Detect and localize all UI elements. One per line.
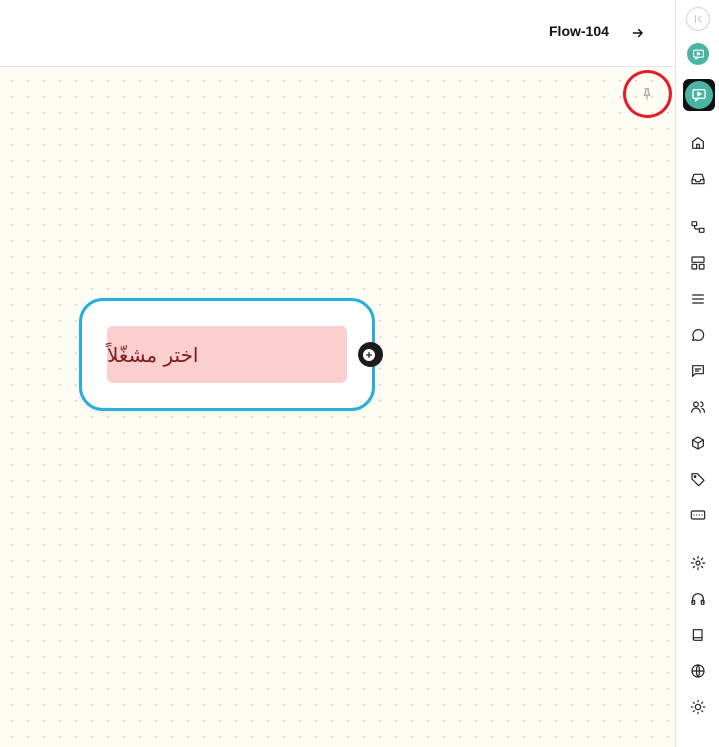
settings-icon bbox=[690, 555, 706, 571]
package-icon bbox=[692, 436, 704, 450]
sun-icon bbox=[690, 699, 706, 715]
sidebar-item-users[interactable] bbox=[676, 396, 719, 418]
arrow-right-icon bbox=[632, 28, 643, 38]
sidebar-item-messages[interactable] bbox=[676, 360, 719, 382]
headphones-icon bbox=[691, 593, 705, 605]
keyboard-icon bbox=[690, 510, 706, 520]
sidebar-item-theme[interactable] bbox=[676, 696, 719, 718]
sidebar-item-support[interactable] bbox=[676, 588, 719, 610]
users-icon bbox=[691, 401, 705, 413]
pin-button[interactable] bbox=[637, 84, 657, 104]
chat-app-icon bbox=[692, 49, 704, 60]
sidebar-item-home[interactable] bbox=[676, 132, 719, 154]
tag-icon bbox=[691, 473, 705, 487]
collapse-left-icon bbox=[695, 15, 702, 23]
flow-title: Flow-104 bbox=[549, 23, 609, 39]
node-output-handle[interactable] bbox=[358, 342, 383, 367]
active-app-button[interactable] bbox=[683, 79, 715, 111]
sidebar-item-list[interactable] bbox=[676, 288, 719, 310]
sidebar-item-chat[interactable] bbox=[676, 324, 719, 346]
arrow-right-button[interactable] bbox=[628, 23, 648, 43]
sidebar-item-settings[interactable] bbox=[676, 552, 719, 574]
sidebar-item-docs[interactable] bbox=[676, 624, 719, 646]
chat-app-icon bbox=[692, 89, 706, 102]
layout-icon bbox=[691, 256, 705, 270]
inbox-icon bbox=[691, 173, 705, 185]
pin-icon bbox=[643, 88, 651, 100]
plus-circle-icon bbox=[362, 348, 375, 361]
node-label[interactable]: اختر مشغّلاً bbox=[107, 326, 347, 383]
flows-icon bbox=[691, 221, 705, 233]
collapse-sidebar-button[interactable] bbox=[686, 7, 710, 31]
sidebar-item-language[interactable] bbox=[676, 660, 719, 682]
right-sidebar bbox=[675, 0, 719, 747]
app-switcher-small[interactable] bbox=[687, 43, 709, 65]
top-bar: Flow-104 bbox=[0, 0, 675, 67]
book-icon bbox=[692, 629, 703, 641]
message-square-icon bbox=[692, 365, 704, 377]
sidebar-item-packages[interactable] bbox=[676, 432, 719, 454]
trigger-node[interactable]: اختر مشغّلاً bbox=[79, 298, 375, 411]
sidebar-item-layout[interactable] bbox=[676, 252, 719, 274]
sidebar-item-inbox[interactable] bbox=[676, 168, 719, 190]
chat-bubble-icon bbox=[692, 329, 705, 341]
sidebar-item-keyboard[interactable] bbox=[676, 504, 719, 526]
home-icon bbox=[692, 137, 704, 149]
globe-icon bbox=[691, 664, 705, 678]
sidebar-item-tags[interactable] bbox=[676, 468, 719, 490]
sidebar-item-flows[interactable] bbox=[676, 216, 719, 238]
list-icon bbox=[692, 294, 704, 304]
